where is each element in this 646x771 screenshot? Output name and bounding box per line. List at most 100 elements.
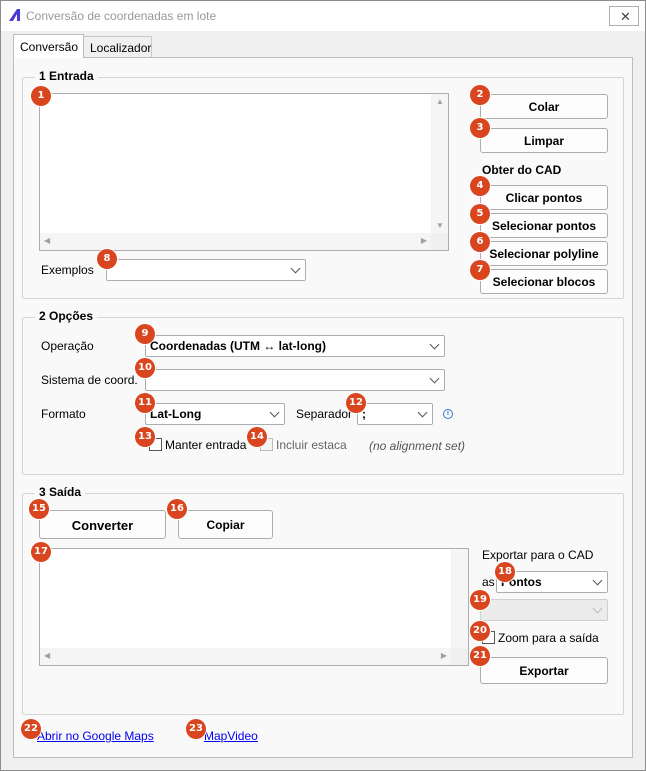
operacao-value: Coordenadas (UTM ↔ lat-long) [150,339,326,353]
saida-vertical-scrollbar[interactable] [451,549,468,648]
entrada-group-label: 1 Entrada [35,69,98,83]
marker-12: 12 [346,393,366,413]
incluir-estaca-label: Incluir estaca [276,438,347,452]
scroll-right-icon[interactable]: ▶ [421,236,427,245]
saida-textarea[interactable]: ◀ ▶ [39,548,469,666]
close-icon: ✕ [620,9,631,24]
window-title: Conversão de coordenadas em lote [26,9,217,23]
manter-entrada-label: Manter entrada [165,438,247,452]
selecionar-blocos-label: Selecionar blocos [492,275,596,289]
colar-button[interactable]: Colar [480,94,608,119]
saida-group-label: 3 Saída [35,485,86,499]
marker-8: 8 [97,249,117,269]
marker-15: 15 [29,499,49,519]
export-layer-dropdown[interactable] [480,599,608,621]
clicar-pontos-button[interactable]: Clicar pontos [480,185,608,210]
formato-dropdown[interactable]: Lat-Long [145,403,285,425]
marker-9: 9 [135,324,155,344]
scroll-down-icon[interactable]: ▼ [436,221,444,230]
limpar-button[interactable]: Limpar [480,128,608,153]
selecionar-pontos-label: Selecionar pontos [491,219,597,233]
exportar-para-cad-label: Exportar para o CAD [482,548,594,562]
chevron-down-icon [429,339,440,350]
selecionar-polyline-button[interactable]: Selecionar polyline [480,241,608,266]
tab-conversao-label: Conversão [20,40,79,54]
marker-14: 14 [247,427,267,447]
chevron-down-icon [417,407,428,418]
marker-5: 5 [470,204,490,224]
marker-20: 20 [470,621,490,641]
zoom-saida-label: Zoom para a saída [498,631,599,645]
operacao-label: Operação [41,339,94,353]
separador-label: Separador [296,407,353,421]
entrada-vertical-scrollbar[interactable]: ▲ ▼ [431,94,448,233]
separador-dropdown[interactable]: ; [357,403,433,425]
chevron-down-icon [290,263,301,274]
marker-7: 7 [470,260,490,280]
marker-1: 1 [31,86,51,106]
formato-value: Lat-Long [150,407,202,421]
entrada-horizontal-scrollbar[interactable]: ◀ ▶ [40,233,431,250]
formato-label: Formato [41,407,86,421]
chevron-down-icon [429,373,440,384]
sistema-coord-dropdown[interactable] [145,369,445,391]
google-maps-link[interactable]: Abrir no Google Maps [37,729,154,743]
selecionar-blocos-button[interactable]: Selecionar blocos [480,269,608,294]
converter-label: Converter [71,518,134,533]
as-label: as [482,575,495,589]
marker-18: 18 [495,562,515,582]
close-button[interactable]: ✕ [609,6,639,26]
entrada-textarea[interactable]: ▲ ▼ ◀ ▶ [39,93,449,251]
app-logo-icon [9,9,20,21]
copiar-label: Copiar [206,518,245,532]
scroll-right-icon[interactable]: ▶ [441,651,447,660]
marker-13: 13 [135,427,155,447]
opcoes-group-label: 2 Opções [35,309,98,323]
batch-conversion-window: Conversão de coordenadas em lote ✕ Conve… [0,0,646,771]
chevron-down-icon [592,575,603,586]
exportar-label: Exportar [519,664,569,678]
tab-localizador[interactable]: Localizador [83,36,152,58]
scroll-up-icon[interactable]: ▲ [436,97,444,106]
tab-localizador-label: Localizador [90,41,152,55]
marker-19: 19 [470,590,490,610]
tab-panel-conversao: 1 Entrada ▲ ▼ ◀ ▶ Colar Limpar Obter do … [13,57,633,758]
saida-group: 3 Saída Converter Copiar ◀ ▶ Exportar pa… [22,485,624,715]
mapvideo-link[interactable]: MapVideo [204,729,258,743]
selecionar-pontos-button[interactable]: Selecionar pontos [480,213,608,238]
exportar-button[interactable]: Exportar [480,657,608,684]
marker-23: 23 [186,719,206,739]
marker-6: 6 [470,232,490,252]
exemplos-dropdown[interactable] [106,259,306,281]
no-alignment-note: (no alignment set) [369,439,466,453]
colar-label: Colar [528,100,560,114]
operacao-dropdown[interactable]: Coordenadas (UTM ↔ lat-long) [145,335,445,357]
selecionar-polyline-label: Selecionar polyline [489,247,599,261]
scrollbar-corner [431,233,448,250]
marker-10: 10 [135,358,155,378]
saida-horizontal-scrollbar[interactable]: ◀ ▶ [40,648,451,665]
obter-do-cad-label: Obter do CAD [482,163,562,177]
exemplos-label: Exemplos [41,263,94,277]
marker-11: 11 [135,393,155,413]
tab-conversao[interactable]: Conversão [13,34,84,58]
chevron-down-icon [592,603,603,614]
chevron-down-icon [269,407,280,418]
marker-22: 22 [21,719,41,739]
converter-button[interactable]: Converter [39,510,166,539]
title-bar: Conversão de coordenadas em lote ✕ [1,1,645,31]
marker-2: 2 [470,85,490,105]
marker-17: 17 [31,542,51,562]
info-icon[interactable]: i [443,409,453,419]
marker-4: 4 [470,176,490,196]
scrollbar-corner [451,648,468,665]
opcoes-group: 2 Opções Operação Coordenadas (UTM ↔ lat… [22,309,624,475]
clicar-pontos-label: Clicar pontos [505,191,583,205]
marker-21: 21 [470,646,490,666]
scroll-left-icon[interactable]: ◀ [44,651,50,660]
sistema-coord-label: Sistema de coord. [41,373,138,387]
copiar-button[interactable]: Copiar [178,510,273,539]
scroll-left-icon[interactable]: ◀ [44,236,50,245]
marker-3: 3 [470,118,490,138]
marker-16: 16 [167,499,187,519]
